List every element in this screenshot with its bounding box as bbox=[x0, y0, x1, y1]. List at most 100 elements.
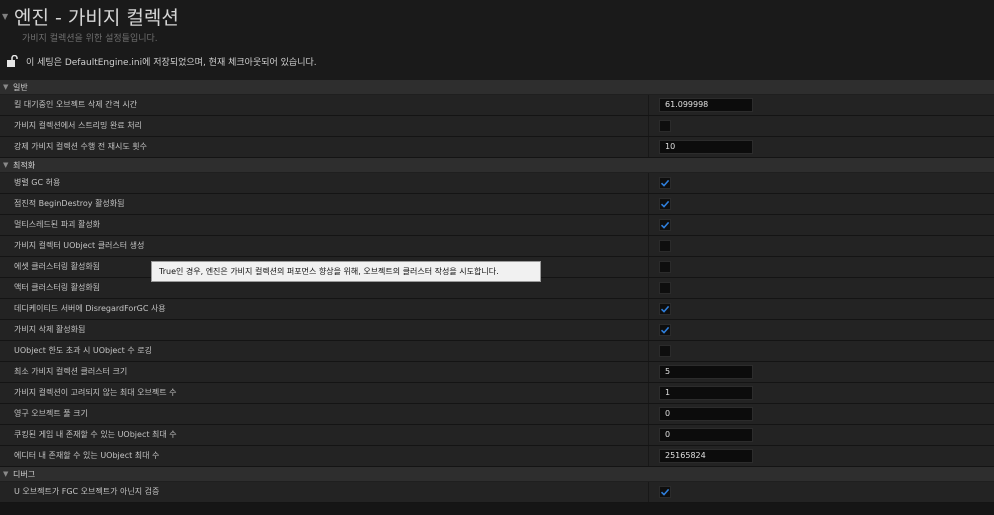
setting-row[interactable]: 가비지 삭제 활성화됨 bbox=[0, 320, 994, 341]
numeric-input[interactable]: 25165824 bbox=[659, 449, 753, 463]
setting-label: 가비지 컬렉션에서 스트리밍 완료 처리 bbox=[14, 121, 142, 130]
checkbox[interactable] bbox=[659, 240, 671, 252]
column-divider[interactable] bbox=[648, 215, 649, 235]
setting-row[interactable]: 킬 대기중인 오브젝트 삭제 간격 시간 61.099998 bbox=[0, 95, 994, 116]
setting-row[interactable]: UObject 한도 초과 시 UObject 수 로깅 bbox=[0, 341, 994, 362]
category-label: 최적화 bbox=[13, 160, 36, 170]
setting-label: 쿠킹된 게임 내 존재할 수 있는 UObject 최대 수 bbox=[14, 430, 177, 439]
column-divider[interactable] bbox=[648, 236, 649, 256]
setting-value bbox=[659, 260, 671, 273]
setting-value bbox=[659, 302, 671, 315]
checkmark-icon bbox=[660, 221, 670, 229]
checkbox[interactable] bbox=[659, 120, 671, 132]
column-divider[interactable] bbox=[648, 137, 649, 157]
checkbox[interactable] bbox=[659, 219, 671, 231]
category-optimization[interactable]: ▼ 최적화 bbox=[0, 158, 994, 173]
setting-value bbox=[659, 176, 671, 189]
triangle-down-icon: ▼ bbox=[3, 83, 9, 91]
column-divider[interactable] bbox=[648, 116, 649, 136]
checkmark-icon bbox=[660, 488, 670, 496]
category-general[interactable]: ▼ 일반 bbox=[0, 80, 994, 95]
column-divider[interactable] bbox=[648, 299, 649, 319]
setting-row[interactable]: 쿠킹된 게임 내 존재할 수 있는 UObject 최대 수 0 bbox=[0, 425, 994, 446]
config-notice-text: 이 세팅은 DefaultEngine.ini에 저장되었으며, 현재 체크아웃… bbox=[26, 57, 317, 68]
config-notice: 이 세팅은 DefaultEngine.ini에 저장되었으며, 현재 체크아웃… bbox=[6, 54, 317, 68]
setting-label: 점진적 BeginDestroy 활성화됨 bbox=[14, 199, 125, 208]
setting-row[interactable]: 데디케이티드 서버에 DisregardForGC 사용 bbox=[0, 299, 994, 320]
setting-value: 0 bbox=[659, 407, 753, 421]
setting-value bbox=[659, 218, 671, 231]
setting-row[interactable]: 가비지 컬렉터 UObject 클러스터 생성 bbox=[0, 236, 994, 257]
column-divider[interactable] bbox=[648, 320, 649, 340]
setting-label: 멀티스레드된 파괴 활성화 bbox=[14, 220, 101, 229]
setting-row[interactable]: 멀티스레드된 파괴 활성화 bbox=[0, 215, 994, 236]
triangle-down-icon: ▼ bbox=[3, 161, 9, 169]
setting-row[interactable]: 가비지 컬렉션이 고려되지 않는 최대 오브젝트 수 1 bbox=[0, 383, 994, 404]
setting-value: 1 bbox=[659, 386, 753, 400]
column-divider[interactable] bbox=[648, 278, 649, 298]
settings-header: ▼ 엔진 - 가비지 컬렉션 가비지 컬렉션을 위한 설정들입니다. 이 세팅은… bbox=[0, 0, 994, 80]
column-divider[interactable] bbox=[648, 425, 649, 445]
checkbox[interactable] bbox=[659, 345, 671, 357]
column-divider[interactable] bbox=[648, 194, 649, 214]
collapse-caret-icon[interactable]: ▼ bbox=[2, 12, 8, 21]
setting-label: 가비지 삭제 활성화됨 bbox=[14, 325, 86, 334]
setting-value bbox=[659, 281, 671, 294]
setting-value bbox=[659, 119, 671, 132]
setting-label: 병렬 GC 허용 bbox=[14, 178, 61, 187]
setting-row[interactable]: 최소 가비지 컬렉션 클러스터 크기 5 bbox=[0, 362, 994, 383]
setting-row[interactable]: 가비지 컬렉션에서 스트리밍 완료 처리 bbox=[0, 116, 994, 137]
category-label: 디버그 bbox=[13, 469, 36, 479]
category-debug[interactable]: ▼ 디버그 bbox=[0, 467, 994, 482]
setting-value bbox=[659, 485, 671, 498]
column-divider[interactable] bbox=[648, 257, 649, 277]
page-subtitle: 가비지 컬렉션을 위한 설정들입니다. bbox=[22, 34, 158, 44]
setting-row[interactable]: 강제 가비지 컬렉션 수행 전 재시도 횟수 10 bbox=[0, 137, 994, 158]
checkbox[interactable] bbox=[659, 324, 671, 336]
setting-label: 킬 대기중인 오브젝트 삭제 간격 시간 bbox=[14, 100, 138, 109]
column-divider[interactable] bbox=[648, 173, 649, 193]
setting-label: 최소 가비지 컬렉션 클러스터 크기 bbox=[14, 367, 128, 376]
checkbox[interactable] bbox=[659, 303, 671, 315]
setting-row[interactable]: 에디터 내 존재할 수 있는 UObject 최대 수 25165824 bbox=[0, 446, 994, 467]
checkmark-icon bbox=[660, 179, 670, 187]
setting-label: 영구 오브젝트 풀 크기 bbox=[14, 409, 88, 418]
setting-row[interactable]: 점진적 BeginDestroy 활성화됨 bbox=[0, 194, 994, 215]
setting-label: U 오브젝트가 FGC 오브젝트가 아닌지 검증 bbox=[14, 487, 160, 496]
setting-label: 가비지 컬렉터 UObject 클러스터 생성 bbox=[14, 241, 145, 250]
column-divider[interactable] bbox=[648, 362, 649, 382]
unlocked-padlock-icon[interactable] bbox=[6, 55, 18, 67]
setting-label: 데디케이티드 서버에 DisregardForGC 사용 bbox=[14, 304, 166, 313]
setting-value bbox=[659, 239, 671, 252]
column-divider[interactable] bbox=[648, 95, 649, 115]
column-divider[interactable] bbox=[648, 383, 649, 403]
numeric-input[interactable]: 5 bbox=[659, 365, 753, 379]
checkbox[interactable] bbox=[659, 261, 671, 273]
checkbox[interactable] bbox=[659, 198, 671, 210]
setting-value bbox=[659, 323, 671, 336]
checkbox[interactable] bbox=[659, 177, 671, 189]
settings-list: ▼ 일반 킬 대기중인 오브젝트 삭제 간격 시간 61.099998 가비지 컬렉… bbox=[0, 80, 994, 503]
checkbox[interactable] bbox=[659, 282, 671, 294]
column-divider[interactable] bbox=[648, 404, 649, 424]
numeric-input[interactable]: 0 bbox=[659, 428, 753, 442]
column-divider[interactable] bbox=[648, 482, 649, 502]
checkmark-icon bbox=[660, 305, 670, 313]
setting-label: 가비지 컬렉션이 고려되지 않는 최대 오브젝트 수 bbox=[14, 388, 177, 397]
setting-value: 5 bbox=[659, 365, 753, 379]
numeric-input[interactable]: 10 bbox=[659, 140, 753, 154]
column-divider[interactable] bbox=[648, 446, 649, 466]
triangle-down-icon: ▼ bbox=[3, 470, 9, 478]
column-divider[interactable] bbox=[648, 341, 649, 361]
checkmark-icon bbox=[660, 200, 670, 208]
setting-value: 10 bbox=[659, 140, 753, 154]
setting-row[interactable]: 영구 오브젝트 풀 크기 0 bbox=[0, 404, 994, 425]
setting-row[interactable]: U 오브젝트가 FGC 오브젝트가 아닌지 검증 bbox=[0, 482, 994, 503]
checkbox[interactable] bbox=[659, 486, 671, 498]
category-label: 일반 bbox=[13, 82, 28, 92]
setting-row[interactable]: 병렬 GC 허용 bbox=[0, 173, 994, 194]
numeric-input[interactable]: 1 bbox=[659, 386, 753, 400]
setting-label: 강제 가비지 컬렉션 수행 전 재시도 횟수 bbox=[14, 142, 148, 151]
numeric-input[interactable]: 0 bbox=[659, 407, 753, 421]
numeric-input[interactable]: 61.099998 bbox=[659, 98, 753, 112]
